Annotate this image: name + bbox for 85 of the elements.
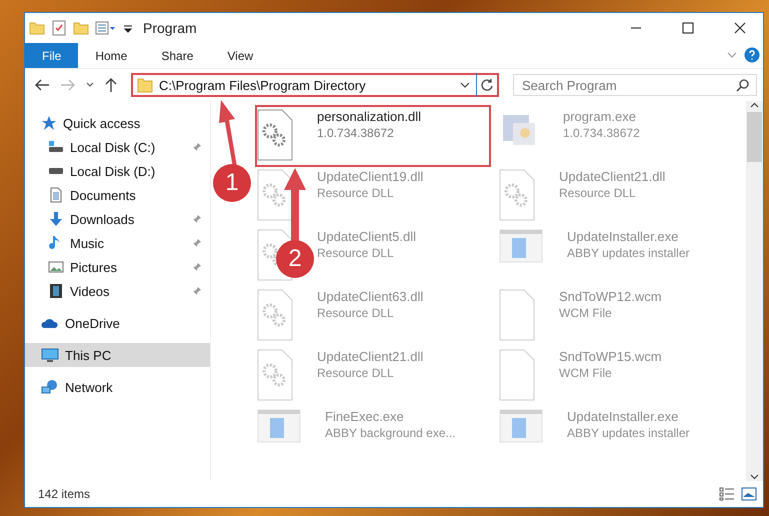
blank-file-icon <box>499 289 535 341</box>
blank-file-icon <box>499 349 535 401</box>
app-window-icon <box>499 409 543 443</box>
maximize-icon <box>682 22 694 34</box>
document-icon <box>48 187 64 203</box>
address-bar[interactable]: C:\Program Files\Program Directory <box>131 73 499 97</box>
search-icon <box>736 78 749 92</box>
file-detail: Resource DLL <box>317 306 395 320</box>
down-arrow-icon <box>48 211 64 227</box>
search-field[interactable]: Search Program <box>513 74 757 96</box>
help-icon <box>744 47 760 63</box>
sidebar-label: Local Disk (C:) <box>70 140 156 154</box>
sidebar-item[interactable]: Local Disk (D:) <box>25 159 210 183</box>
sidebar-item[interactable]: Local Disk (C:) <box>25 135 210 159</box>
sidebar-label: Downloads <box>70 212 136 226</box>
scrollbar[interactable] <box>746 101 763 481</box>
sidebar-item[interactable]: Videos <box>25 279 210 303</box>
sidebar-label: Local Disk (D:) <box>70 164 156 178</box>
sidebar-label: Quick access <box>63 116 142 130</box>
file-detail: Resource DLL <box>559 186 637 200</box>
file-detail: Resource DLL <box>317 366 395 380</box>
gear-file-icon <box>499 169 535 221</box>
gear-file-icon <box>257 169 293 221</box>
highlighted-file-item[interactable]: personalization.dll 1.0.734.38672 <box>255 105 491 167</box>
file-detail: Resource DLL <box>317 186 395 200</box>
properties-icon <box>95 20 117 36</box>
sidebar-item[interactable]: Downloads <box>25 207 210 231</box>
item-count: 142 items <box>38 487 92 501</box>
sidebar-label: Videos <box>70 284 111 298</box>
ribbon-tab[interactable]: View <box>210 43 270 68</box>
sidebar-item[interactable]: Pictures <box>25 255 210 279</box>
file-detail: WCM File <box>559 366 613 380</box>
sidebar-label: Network <box>65 380 114 394</box>
sidebar-item[interactable]: Music <box>25 231 210 255</box>
window-title: Program <box>143 20 198 36</box>
monitor-icon <box>41 347 59 363</box>
app-window-icon <box>257 409 301 443</box>
file-detail: ABBY background exe... <box>325 426 456 440</box>
file-detail: WCM File <box>559 306 613 320</box>
details-view-icon <box>719 487 735 501</box>
close-icon <box>734 22 746 34</box>
network-icon <box>41 379 59 395</box>
forward-arrow-icon <box>60 78 76 92</box>
sidebar-item[interactable]: OneDrive <box>25 311 210 335</box>
scroll-down-icon <box>750 472 759 481</box>
ribbon-tab[interactable]: Share <box>144 43 210 68</box>
up-arrow-icon <box>104 77 118 93</box>
chevron-down-icon <box>86 81 94 89</box>
refresh-icon <box>480 78 494 92</box>
gear-file-icon <box>257 349 293 401</box>
file-detail: Resource DLL <box>317 246 395 260</box>
sidebar-item[interactable]: This PC <box>25 343 210 367</box>
picture-icon <box>48 259 64 275</box>
sidebar-label: This PC <box>65 348 112 362</box>
sidebar-item[interactable]: Documents <box>25 183 210 207</box>
folder-icon <box>137 77 153 93</box>
folder-icon <box>29 20 45 36</box>
back-arrow-icon <box>34 78 50 92</box>
star-icon <box>41 115 57 131</box>
dropdown-icon <box>460 81 470 89</box>
app-window-icon <box>499 229 543 263</box>
sidebar-label: Pictures <box>70 260 118 274</box>
file-name[interactable]: personalization.dll <box>317 109 422 124</box>
address-path: C:\Program Files\Program Directory <box>159 78 367 92</box>
folder-icon <box>73 20 89 36</box>
sidebar-item[interactable]: Quick access <box>25 111 210 135</box>
drive-icon <box>48 141 64 153</box>
file-detail: 1.0.734.38672 <box>317 126 395 140</box>
gear-file-icon <box>257 289 293 341</box>
file-detail: ABBY updates installer <box>567 246 690 260</box>
sidebar-label: OneDrive <box>65 316 121 330</box>
drive-icon <box>48 168 64 174</box>
ribbon-tab[interactable]: File <box>25 43 78 68</box>
film-icon <box>48 283 64 299</box>
gear-file-icon <box>257 109 293 161</box>
sidebar-label: Documents <box>70 188 137 202</box>
sidebar-label: Music <box>70 236 105 250</box>
large-icons-view-icon <box>741 487 757 501</box>
file-detail: 1.0.734.38672 <box>563 126 640 140</box>
file-detail: ABBY updates installer <box>567 426 690 440</box>
sidebar-item[interactable]: Network <box>25 375 210 399</box>
ribbon-tab[interactable]: Home <box>78 43 144 68</box>
scroll-up-icon <box>750 101 759 110</box>
checklist-icon <box>51 20 67 36</box>
scroll-thumb[interactable] <box>747 112 762 162</box>
